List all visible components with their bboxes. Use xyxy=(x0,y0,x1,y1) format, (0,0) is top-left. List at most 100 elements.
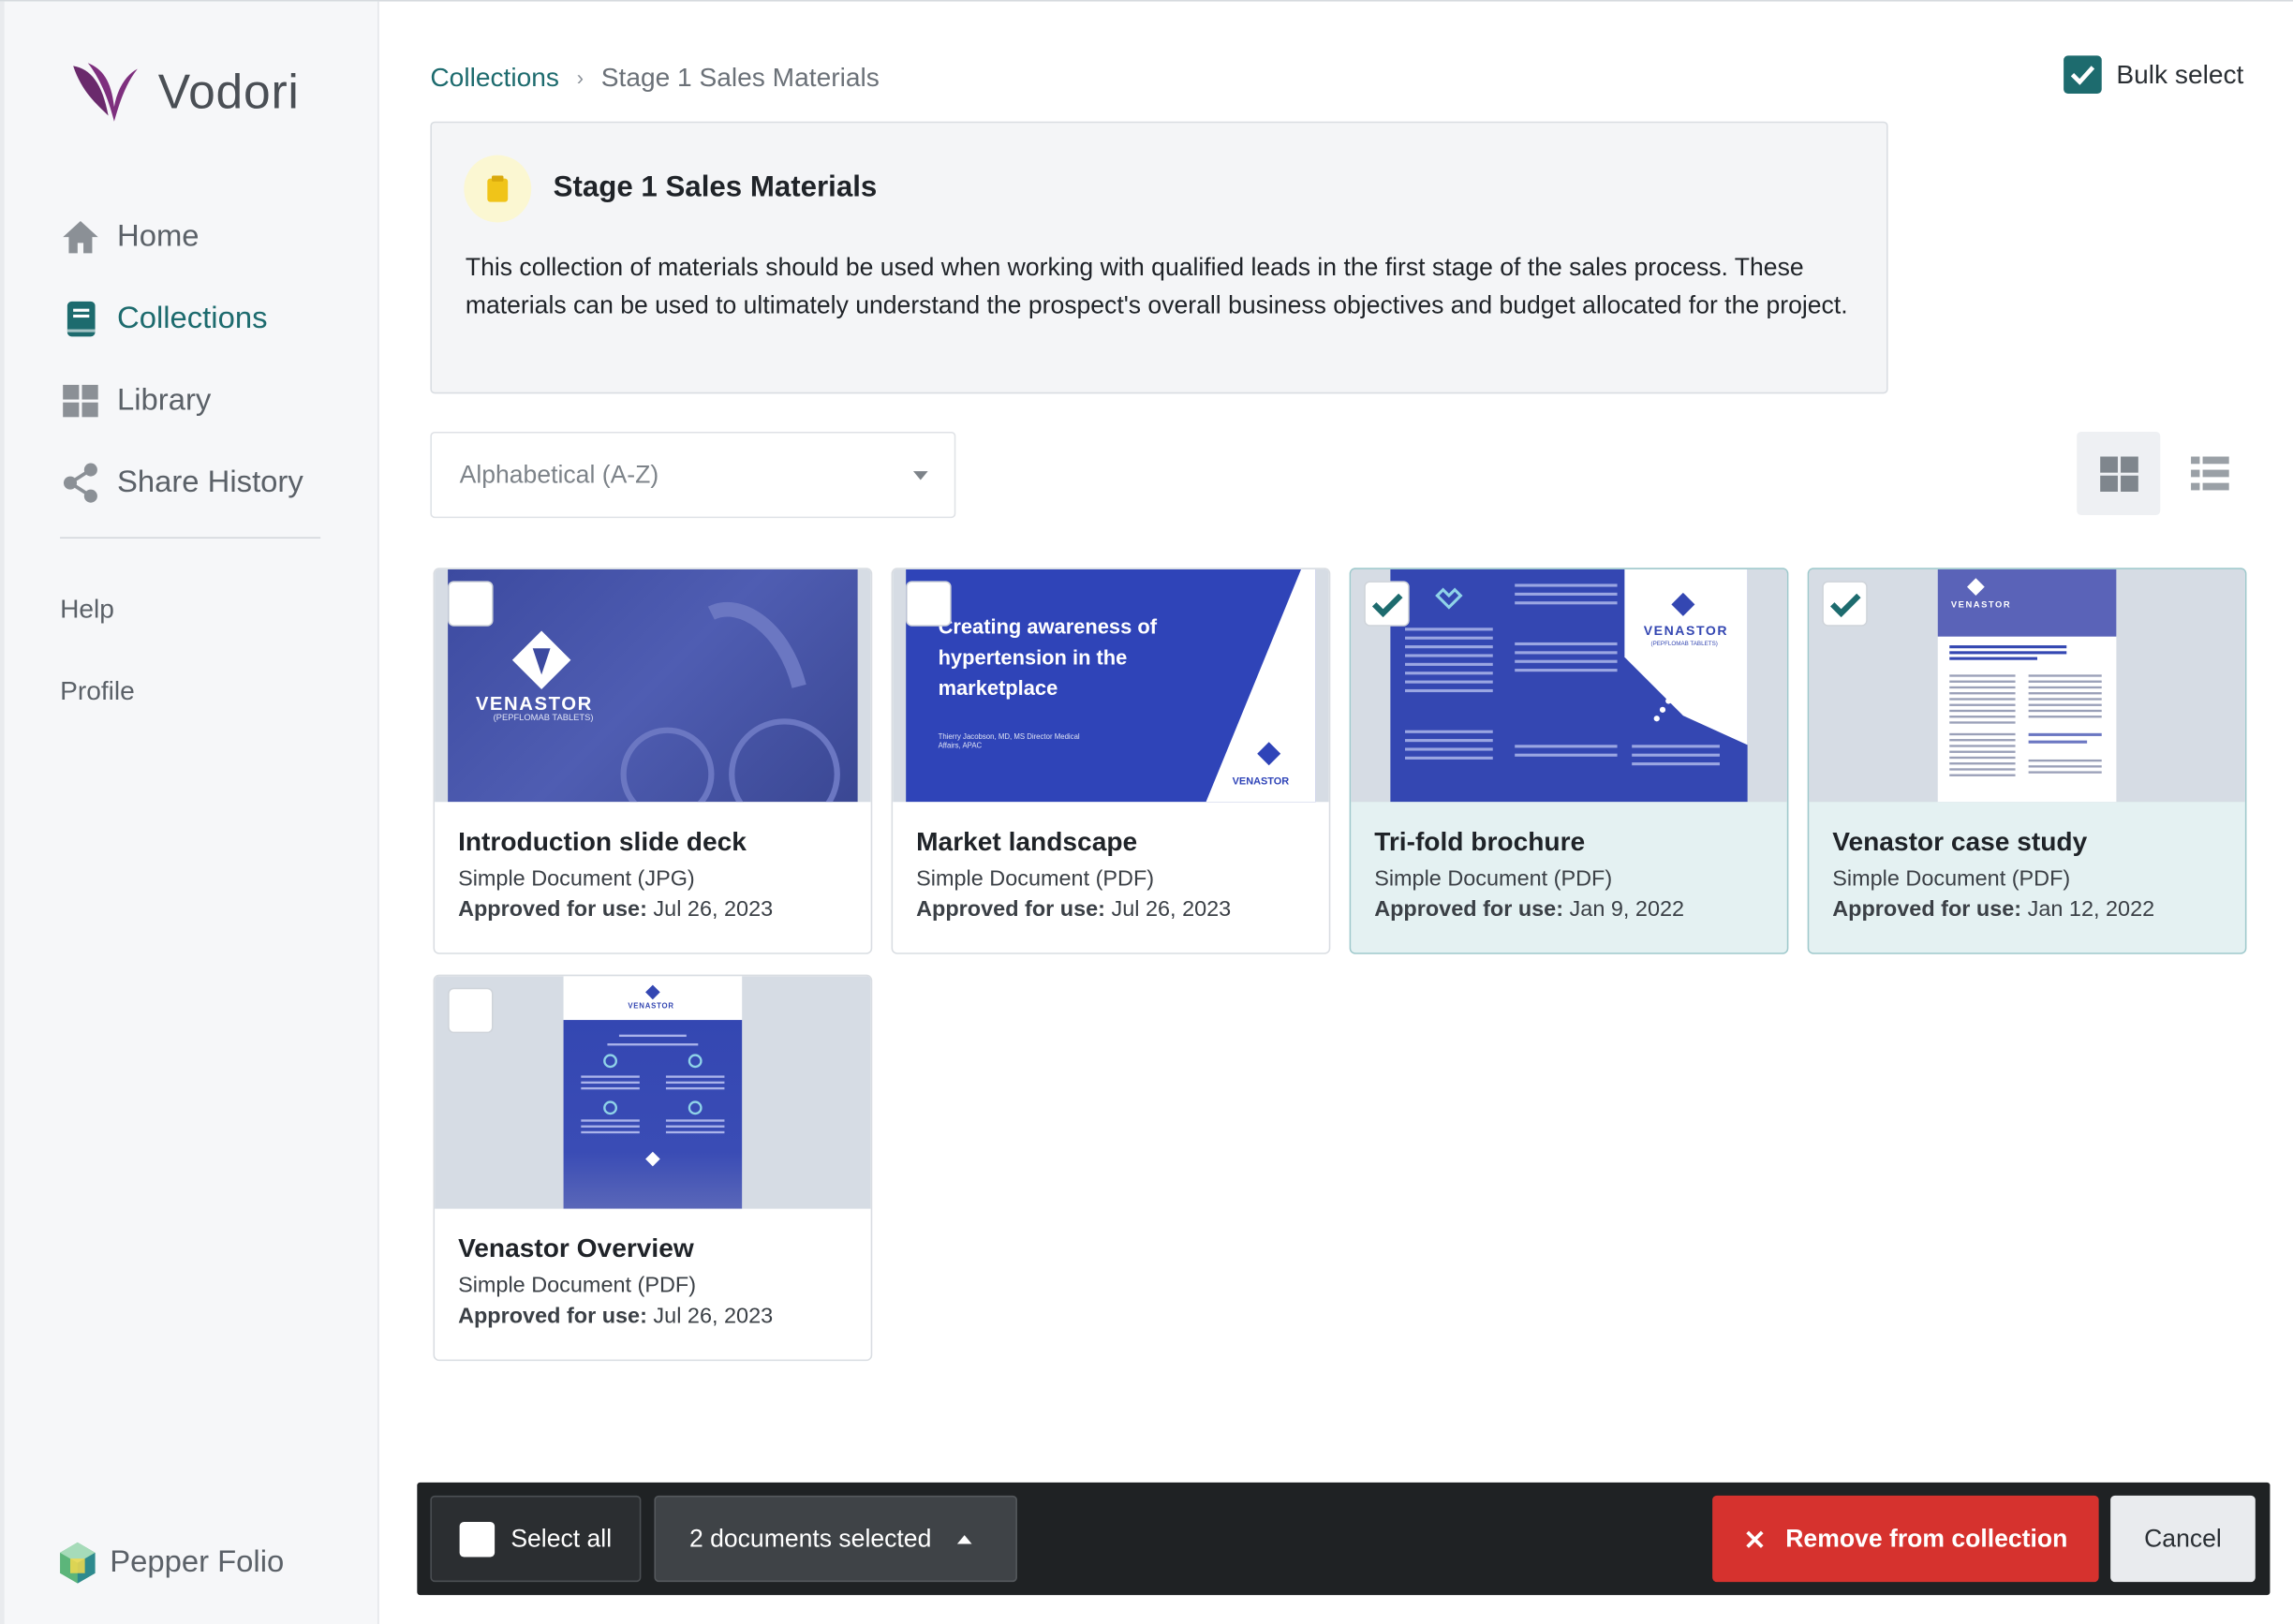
document-checkbox-checked[interactable] xyxy=(1364,581,1410,627)
book-icon xyxy=(59,297,103,341)
pepper-folio-logo-icon xyxy=(60,1542,96,1584)
document-checkbox-checked[interactable] xyxy=(1822,581,1868,627)
approved-date: Jul 26, 2023 xyxy=(1111,896,1232,923)
document-thumbnail: VENASTOR (PEPFLOMAB TABLETS) xyxy=(435,568,871,803)
breadcrumb: Collections › Stage 1 Sales Materials xyxy=(430,60,879,96)
sidebar-item-library[interactable]: Library xyxy=(59,360,352,442)
footer-brand-name: Pepper Folio xyxy=(110,1545,285,1579)
select-all-label: Select all xyxy=(510,1524,613,1553)
sidebar-item-label: Collections xyxy=(117,301,268,335)
document-approval: Approved for use: Jan 12, 2022 xyxy=(1832,897,2154,923)
document-name: Venastor Overview xyxy=(458,1233,694,1263)
document-approval: Approved for use: Jan 9, 2022 xyxy=(1374,897,1684,923)
document-checkbox[interactable] xyxy=(448,581,494,627)
thumbnail-subtitle: (PEPFLOMAB TABLETS) xyxy=(493,714,594,723)
document-checkbox[interactable] xyxy=(448,987,494,1034)
breadcrumb-current: Stage 1 Sales Materials xyxy=(600,62,880,92)
sidebar: Vodori Home Collections Library Share Hi… xyxy=(0,1,379,1624)
list-view-button[interactable] xyxy=(2167,432,2251,515)
thumbnail-brand: VENASTOR xyxy=(1950,601,2012,611)
approved-date: Jan 12, 2022 xyxy=(2027,896,2155,923)
checkbox-checked-icon xyxy=(2064,55,2102,94)
document-card[interactable]: VENASTOR Venastor case study Simple Docu… xyxy=(1807,568,2247,954)
remove-from-collection-button[interactable]: Remove from collection xyxy=(1712,1495,2099,1583)
app-window: Vodori Home Collections Library Share Hi… xyxy=(0,0,2293,1624)
thumbnail-subtitle: (PEPFLOMAB TABLETS) xyxy=(1650,639,1718,647)
approved-label: Approved for use: xyxy=(916,896,1105,923)
sidebar-item-profile[interactable]: Profile xyxy=(60,663,135,746)
main-nav: Home Collections Library Share History xyxy=(59,196,352,524)
approved-date: Jul 26, 2023 xyxy=(653,896,774,923)
thumbnail-brand: VENASTOR xyxy=(475,692,593,715)
thumbnail-subtitle: Thierry Jacobson, MD, MS Director Medica… xyxy=(938,732,1080,751)
grid-view-icon xyxy=(2099,455,2138,492)
approved-label: Approved for use: xyxy=(458,1304,647,1329)
select-all-checkbox[interactable] xyxy=(459,1521,496,1557)
selected-documents-dropdown[interactable]: 2 documents selected xyxy=(654,1495,1017,1583)
bulk-select-toggle[interactable]: Bulk select xyxy=(2064,55,2243,94)
brand-name: Vodori xyxy=(157,64,300,119)
document-thumbnail: VENASTOR (PEPFLOMAB TABLETS) xyxy=(1351,568,1787,803)
thumbnail-brand: VENASTOR xyxy=(1232,776,1290,788)
sidebar-item-label: Share History xyxy=(117,465,303,499)
sidebar-item-collections[interactable]: Collections xyxy=(59,278,352,361)
document-name: Venastor case study xyxy=(1832,826,2088,857)
checkmark-icon xyxy=(1371,592,1402,617)
cancel-label: Cancel xyxy=(2144,1524,2222,1553)
document-card[interactable]: VENASTOR Venastor Overview Simple Docume… xyxy=(433,974,873,1362)
sidebar-item-help[interactable]: Help xyxy=(60,581,135,663)
approved-label: Approved for use: xyxy=(1832,896,2022,923)
bulk-action-bar: Select all 2 documents selected Remove f… xyxy=(417,1482,2271,1596)
list-view-icon xyxy=(2190,455,2228,490)
checkmark-icon xyxy=(1829,592,1860,617)
grid-icon xyxy=(59,379,103,423)
document-name: Introduction slide deck xyxy=(458,826,747,857)
thumbnail-brand: VENASTOR xyxy=(1643,623,1729,639)
approved-label: Approved for use: xyxy=(458,896,647,923)
collection-title: Stage 1 Sales Materials xyxy=(553,170,878,204)
document-checkbox[interactable] xyxy=(906,581,952,627)
secondary-nav: Help Profile xyxy=(60,581,135,745)
thumbnail-headline: Creating awareness of hypertension in th… xyxy=(938,614,1157,700)
selected-count-label: 2 documents selected xyxy=(688,1524,932,1553)
thumbnail-brand: VENASTOR xyxy=(628,1002,674,1011)
chevron-up-icon xyxy=(957,1534,973,1543)
share-icon xyxy=(59,461,103,505)
select-all-button[interactable]: Select all xyxy=(430,1495,642,1583)
sidebar-item-home[interactable]: Home xyxy=(59,196,352,278)
document-name: Market landscape xyxy=(916,826,1138,857)
document-type: Simple Document (PDF) xyxy=(1832,866,2071,892)
document-type: Simple Document (PDF) xyxy=(1374,866,1613,892)
sidebar-item-share-history[interactable]: Share History xyxy=(59,442,352,524)
sort-dropdown[interactable]: Alphabetical (A-Z) xyxy=(430,431,956,519)
close-icon xyxy=(1746,1529,1764,1548)
sidebar-item-label: Home xyxy=(117,219,200,254)
document-card[interactable]: VENASTOR (PEPFLOMAB TABLETS) Introductio… xyxy=(433,568,873,954)
bulk-select-label: Bulk select xyxy=(2116,59,2244,89)
home-icon xyxy=(59,215,103,259)
document-card[interactable]: Creating awareness of hypertension in th… xyxy=(891,568,1331,954)
approved-date: Jul 26, 2023 xyxy=(653,1304,774,1329)
document-approval: Approved for use: Jul 26, 2023 xyxy=(458,1304,773,1329)
chevron-right-icon: › xyxy=(576,66,584,90)
window-edge xyxy=(0,1,5,1624)
vodori-logo-icon xyxy=(73,63,138,122)
document-type: Simple Document (PDF) xyxy=(458,1273,697,1298)
sidebar-item-label: Library xyxy=(117,383,212,418)
breadcrumb-collections-link[interactable]: Collections xyxy=(430,62,559,93)
sort-selected-value: Alphabetical (A-Z) xyxy=(459,461,659,489)
sidebar-divider xyxy=(60,537,321,539)
document-thumbnail: Creating awareness of hypertension in th… xyxy=(893,568,1329,803)
document-card[interactable]: VENASTOR (PEPFLOMAB TABLETS) Tri-fold br… xyxy=(1349,568,1789,954)
document-thumbnail: VENASTOR xyxy=(1809,568,2245,803)
chevron-down-icon xyxy=(913,471,928,480)
document-type: Simple Document (JPG) xyxy=(458,866,695,892)
cancel-button[interactable]: Cancel xyxy=(2110,1495,2256,1583)
grid-view-button[interactable] xyxy=(2077,431,2161,515)
document-approval: Approved for use: Jul 26, 2023 xyxy=(916,897,1231,923)
approved-label: Approved for use: xyxy=(1374,896,1564,923)
approved-date: Jan 9, 2022 xyxy=(1569,896,1685,923)
brand-logo[interactable]: Vodori xyxy=(70,60,300,125)
clipboard-icon xyxy=(464,155,532,223)
remove-label: Remove from collection xyxy=(1785,1524,2068,1553)
